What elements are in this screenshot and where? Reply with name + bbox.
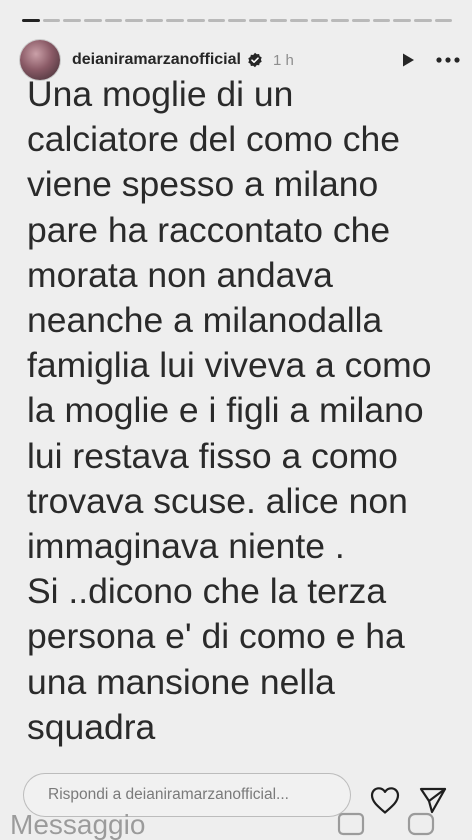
- story-progress-segment: [331, 19, 349, 22]
- heart-icon[interactable]: [369, 785, 401, 815]
- story-progress-segment: [434, 19, 453, 22]
- ghost-image-icon: [337, 812, 365, 836]
- play-icon[interactable]: [396, 48, 420, 72]
- story-progress-segment: [248, 19, 267, 22]
- story-progress-segment: [145, 19, 164, 22]
- story-progress-segment: [269, 19, 288, 22]
- story-progress-segment: [310, 19, 329, 22]
- story-progress-segment: [22, 19, 40, 22]
- story-progress-segment: [104, 19, 123, 22]
- story-progress-segment: [228, 19, 246, 22]
- story-progress-segment: [42, 19, 61, 22]
- story-progress-segment: [125, 19, 143, 22]
- story-progress-segment: [413, 19, 432, 22]
- post-time: 1 h: [272, 51, 294, 69]
- ghost-message-text: Messaggio: [10, 809, 146, 840]
- verified-badge-icon: [248, 52, 262, 68]
- story-progress-segment: [393, 19, 411, 22]
- story-progress-segment: [372, 19, 391, 22]
- story-progress-segment: [166, 19, 184, 22]
- story-progress-segment: [187, 19, 205, 22]
- username[interactable]: deianiramarzanofficial: [72, 51, 241, 69]
- story-text: Una moglie di un calciatore del como che…: [27, 74, 432, 747]
- story-progress-bar: [22, 19, 453, 23]
- story-progress-segment: [290, 19, 308, 22]
- story-progress-segment: [207, 19, 226, 22]
- ghost-sticker-icon: [407, 812, 435, 836]
- story-progress-segment: [83, 19, 102, 22]
- story-progress-segment: [352, 19, 370, 22]
- story-progress-segment: [63, 19, 81, 22]
- more-icon[interactable]: [436, 48, 460, 72]
